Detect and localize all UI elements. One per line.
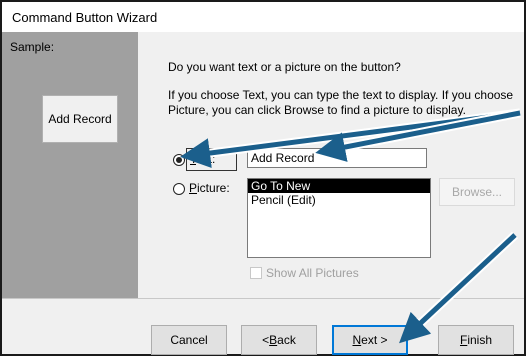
picture-option-label[interactable]: Picture:: [189, 181, 230, 195]
show-all-label: Show All Pictures: [266, 266, 359, 280]
next-rest: ext >: [361, 333, 388, 347]
back-key: B: [269, 333, 278, 347]
list-item[interactable]: Pencil (Edit): [248, 193, 430, 207]
cancel-button[interactable]: Cancel: [151, 325, 227, 355]
next-button[interactable]: Next >: [332, 325, 408, 355]
browse-button[interactable]: Browse...: [439, 178, 515, 206]
description-text: If you choose Text, you can type the tex…: [168, 88, 514, 117]
wizard-dialog: Command Button Wizard Sample: Add Record…: [0, 0, 526, 356]
title-bar: Command Button Wizard: [2, 2, 524, 32]
finish-button[interactable]: Finish: [438, 325, 514, 355]
text-radio[interactable]: [173, 154, 185, 166]
next-key: N: [352, 333, 362, 347]
picture-label-rest: icture:: [197, 181, 230, 195]
show-all-pictures-checkbox[interactable]: Show All Pictures: [250, 266, 359, 280]
question-text: Do you want text or a picture on the but…: [168, 60, 401, 74]
footer-divider: [2, 298, 524, 299]
button-text-input[interactable]: Add Record: [247, 148, 427, 168]
back-prefix: <: [262, 333, 270, 347]
picture-listbox[interactable]: Go To New Pencil (Edit): [247, 178, 431, 258]
text-option-label[interactable]: Text:: [186, 148, 237, 171]
finish-rest: inish: [467, 333, 493, 347]
back-button[interactable]: < Back: [241, 325, 317, 355]
sample-label: Sample:: [10, 40, 55, 54]
finish-key: F: [459, 333, 468, 347]
checkbox-box: [250, 267, 262, 279]
back-rest: ack: [277, 333, 296, 347]
picture-label-key: P: [189, 181, 198, 195]
picture-radio[interactable]: [173, 183, 185, 195]
sample-button-preview: Add Record: [42, 95, 118, 143]
text-label-rest: ext:: [196, 152, 216, 166]
list-item[interactable]: Go To New: [248, 179, 430, 193]
dialog-title: Command Button Wizard: [12, 10, 158, 25]
sample-panel: Sample: Add Record: [2, 32, 138, 298]
